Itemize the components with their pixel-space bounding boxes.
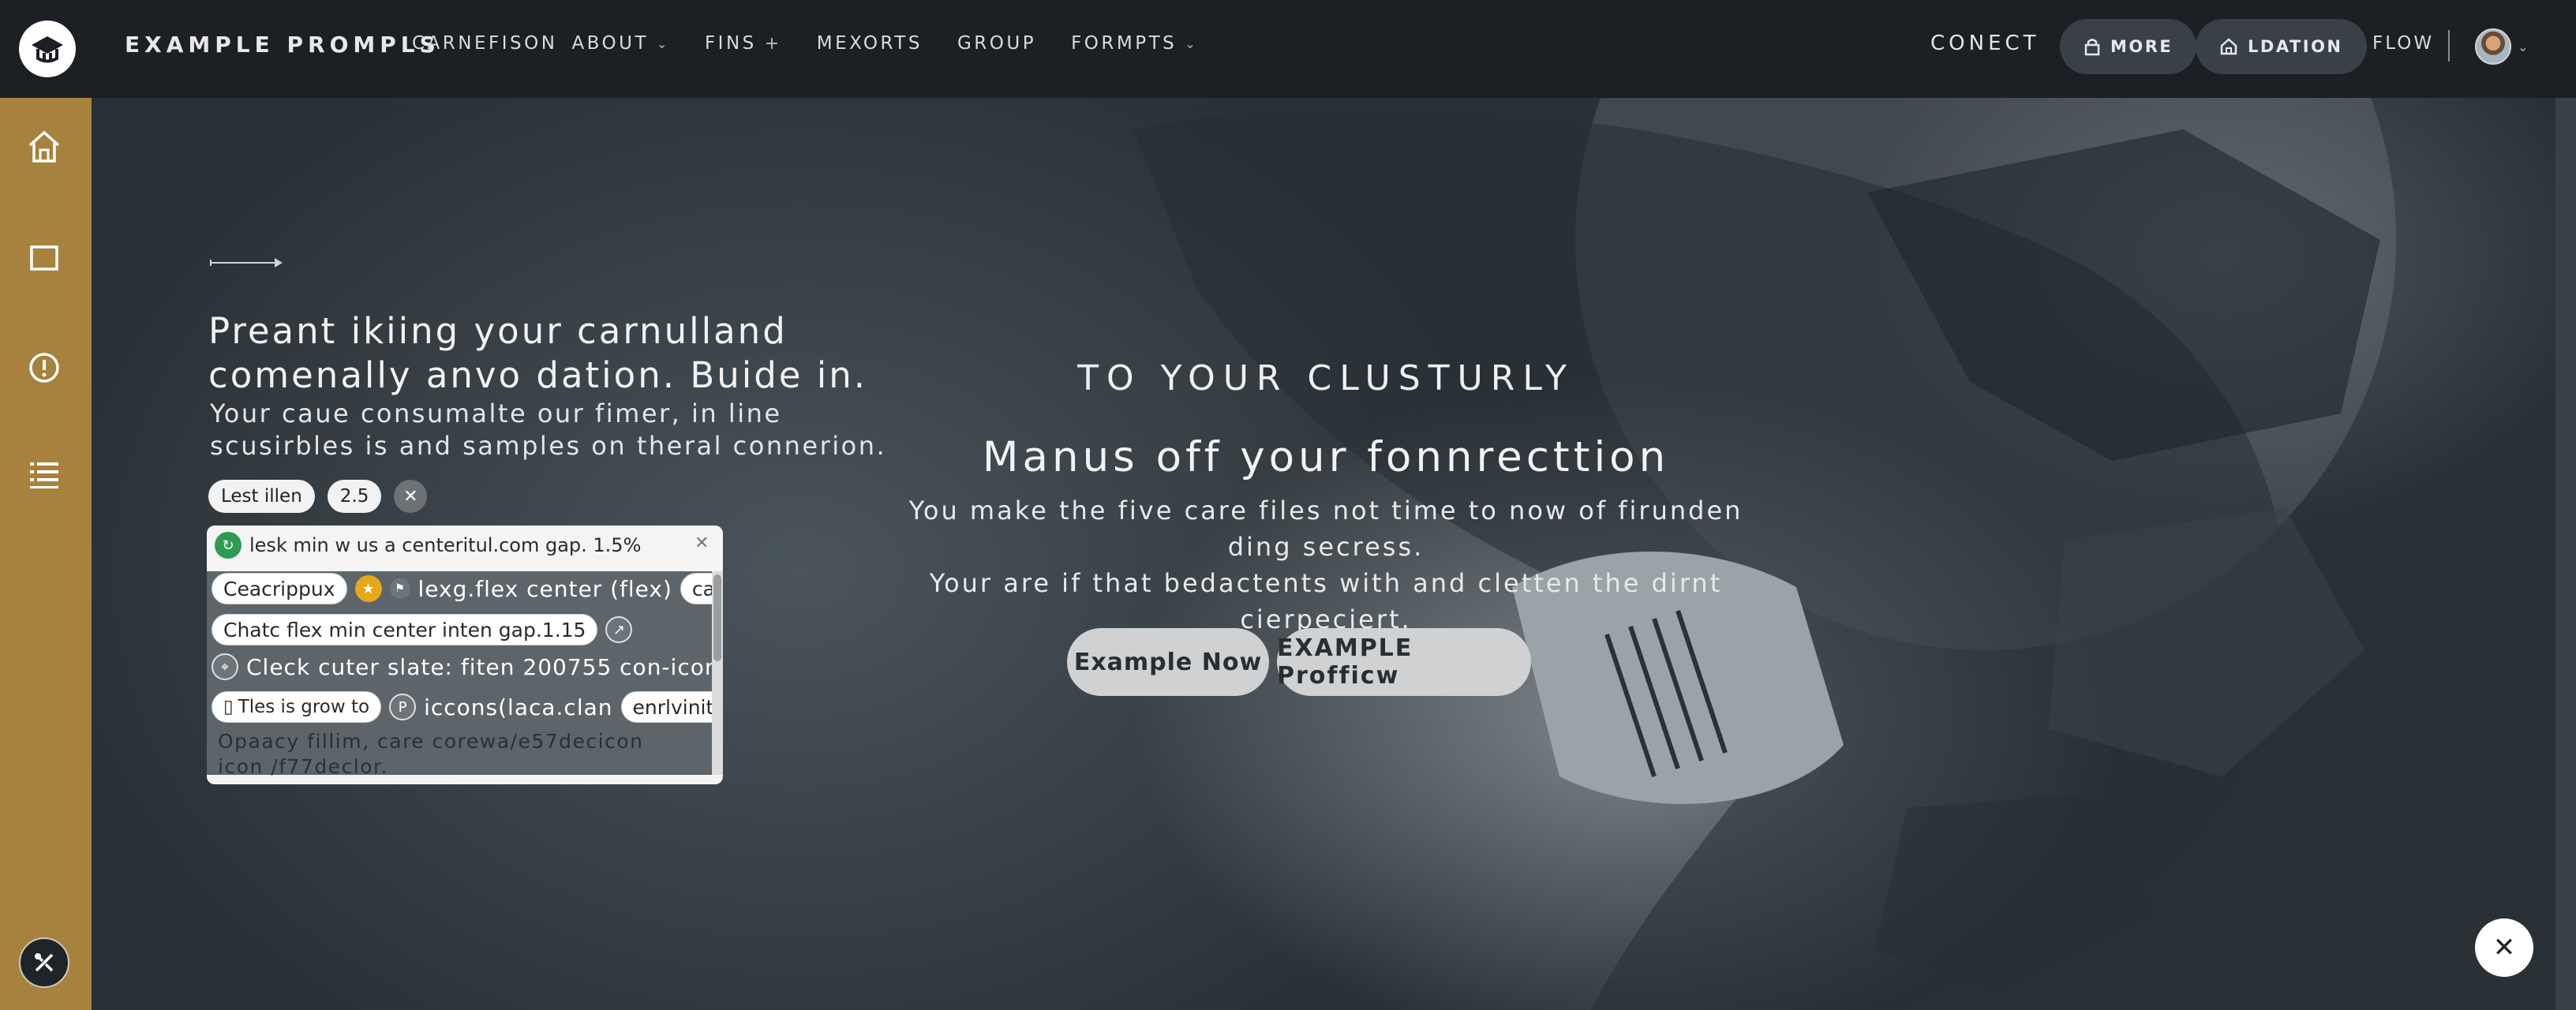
user-menu[interactable]: ⌄ bbox=[2475, 28, 2528, 65]
card-footer: Opaacy fillim, care corewa/e57decicon ic… bbox=[218, 729, 643, 780]
panel-subtitle-line: Your caue consumalte our fimer, in line bbox=[210, 398, 782, 428]
chevron-down-icon: ⌄ bbox=[2518, 39, 2529, 54]
home-icon[interactable] bbox=[24, 126, 65, 167]
example-profficw-button[interactable]: EXAMPLE Profficw bbox=[1277, 628, 1531, 696]
card-search-text: lesk min w us a centeritul.com gap. 1.5% bbox=[249, 534, 642, 556]
refresh-icon: ↻ bbox=[215, 532, 242, 559]
hero-kicker: TO YOUR CLUSTURLY bbox=[1077, 358, 1574, 398]
card-row: Chatc flex min center inten gap.1.15 ↗ bbox=[212, 614, 633, 645]
hero-subtitle: You make the five care files not time to… bbox=[908, 492, 1744, 638]
chevron-down-icon: ⌄ bbox=[657, 36, 670, 51]
example-now-button[interactable]: Example Now bbox=[1067, 628, 1269, 696]
nav-item-mexorts[interactable]: MEXORTS bbox=[817, 33, 923, 54]
brand-name[interactable]: EXAMPLE PROMPLS bbox=[125, 32, 440, 58]
nav-label: CARNEFISON bbox=[412, 33, 558, 54]
phone-icon: ▯ bbox=[223, 697, 234, 717]
avatar bbox=[2475, 28, 2511, 65]
nav-item-formpts[interactable]: FORMPTS ⌄ bbox=[1071, 33, 1198, 54]
nav-label: GROUP bbox=[957, 33, 1037, 54]
close-icon[interactable]: ✕ bbox=[394, 480, 428, 513]
hero-title: Manus off your fonnrecttion bbox=[982, 433, 1670, 481]
panel-title-line: Preant ikiing your carnulland bbox=[208, 310, 788, 352]
card-row: ⌖ Cleck cuter slate: fiten 200755 con-ic… bbox=[212, 653, 723, 680]
card-row: ▯ Tles is grow to P iccons(laca.clan enr… bbox=[212, 691, 723, 723]
close-icon[interactable]: ✕ bbox=[695, 533, 709, 553]
filter-chip[interactable]: Lest illen bbox=[208, 480, 315, 513]
value-chip[interactable]: 2.5 bbox=[327, 480, 382, 513]
star-icon: ★ bbox=[354, 575, 382, 602]
nav-item-fins[interactable]: FINS + bbox=[705, 33, 782, 54]
list-icon[interactable] bbox=[24, 453, 65, 494]
hero-subtitle-line: Your are if that bedactents with and cle… bbox=[929, 568, 1723, 634]
panel-subtitle: Your caue consumalte our fimer, in line … bbox=[210, 398, 886, 462]
card-scrollbar[interactable] bbox=[712, 571, 723, 775]
nav-item-carnefison[interactable]: CARNEFISON bbox=[412, 33, 557, 54]
flow-link[interactable]: FLOW bbox=[2372, 33, 2434, 54]
square-icon[interactable] bbox=[24, 238, 65, 279]
more-label: MORE bbox=[2110, 37, 2174, 56]
close-icon[interactable]: ✕ bbox=[2475, 918, 2533, 977]
flag-icon: ⚑ bbox=[389, 578, 410, 599]
nav-label: ABOUT bbox=[571, 33, 650, 54]
hero-subtitle-line: You make the five care files not time to… bbox=[908, 496, 1743, 562]
location-pin-icon: ⌖ bbox=[212, 653, 238, 680]
tag[interactable]: Chatc flex min center inten gap.1.15 bbox=[212, 614, 598, 645]
top-navigation-bar: EXAMPLE PROMPLS CARNEFISON ABOUT ⌄ FINS + … bbox=[0, 0, 2576, 98]
info-icon[interactable] bbox=[24, 347, 65, 388]
arrow-right-icon bbox=[210, 258, 283, 267]
tag[interactable]: ▯ Tles is grow to bbox=[212, 691, 382, 723]
tools-icon[interactable] bbox=[19, 937, 69, 988]
nav-label: FORMPTS bbox=[1071, 33, 1178, 54]
filter-chips: Lest illen 2.5 ✕ bbox=[208, 480, 428, 513]
sidebar bbox=[0, 98, 92, 1010]
card-footer-line: icon /f77declor. bbox=[218, 755, 388, 778]
card-search-row[interactable]: ↻ lesk min w us a centeritul.com gap. 1.… bbox=[215, 532, 641, 559]
tag[interactable]: Ceacrippux bbox=[212, 573, 347, 604]
page-scrollbar[interactable] bbox=[2555, 98, 2576, 1010]
logo-icon[interactable] bbox=[19, 21, 76, 77]
location-label: LDATION bbox=[2248, 37, 2343, 56]
tag-label: Tles is grow to bbox=[238, 697, 370, 717]
home-icon bbox=[2220, 38, 2237, 55]
nav-item-about[interactable]: ABOUT ⌄ bbox=[571, 33, 670, 54]
more-button[interactable]: MORE bbox=[2060, 19, 2197, 74]
plus-icon: + bbox=[764, 33, 782, 54]
share-icon[interactable]: ↗ bbox=[605, 616, 633, 643]
card-row-text: Cleck cuter slate: fiten 200755 con-icon… bbox=[246, 653, 723, 680]
panel-title-line: comenally anvo dation. Buide in. bbox=[208, 354, 868, 396]
scrollbar-thumb[interactable] bbox=[713, 574, 721, 661]
nav-item-group[interactable]: GROUP bbox=[957, 33, 1036, 54]
connect-link[interactable]: CONECT bbox=[1930, 32, 2040, 55]
main-nav: CARNEFISON ABOUT ⌄ FINS + MEXORTS GROUP FO… bbox=[412, 33, 1233, 54]
options-card: ↻ lesk min w us a centeritul.com gap. 1.… bbox=[207, 526, 723, 784]
card-row-text: iccons(laca.clan bbox=[424, 694, 613, 720]
card-row-text: lexg.flex center (flex) bbox=[417, 575, 672, 602]
tag[interactable]: enrlvinity bbox=[620, 691, 723, 723]
lock-icon bbox=[2084, 39, 2100, 56]
chevron-down-icon: ⌄ bbox=[1185, 36, 1199, 51]
divider bbox=[2448, 30, 2450, 62]
panel-subtitle-line: scusirbles is and samples on theral conn… bbox=[210, 431, 887, 461]
card-footer-line: Opaacy fillim, care corewa/e57decicon bbox=[218, 730, 644, 753]
nav-label: FINS bbox=[704, 33, 757, 54]
p-icon: P bbox=[389, 694, 417, 720]
nav-label: MEXORTS bbox=[816, 33, 923, 54]
card-row: Ceacrippux ★ ⚑ lexg.flex center (flex) c… bbox=[212, 573, 723, 604]
location-button[interactable]: LDATION bbox=[2196, 19, 2367, 74]
panel-title: Preant ikiing your carnulland comenally … bbox=[208, 309, 867, 398]
